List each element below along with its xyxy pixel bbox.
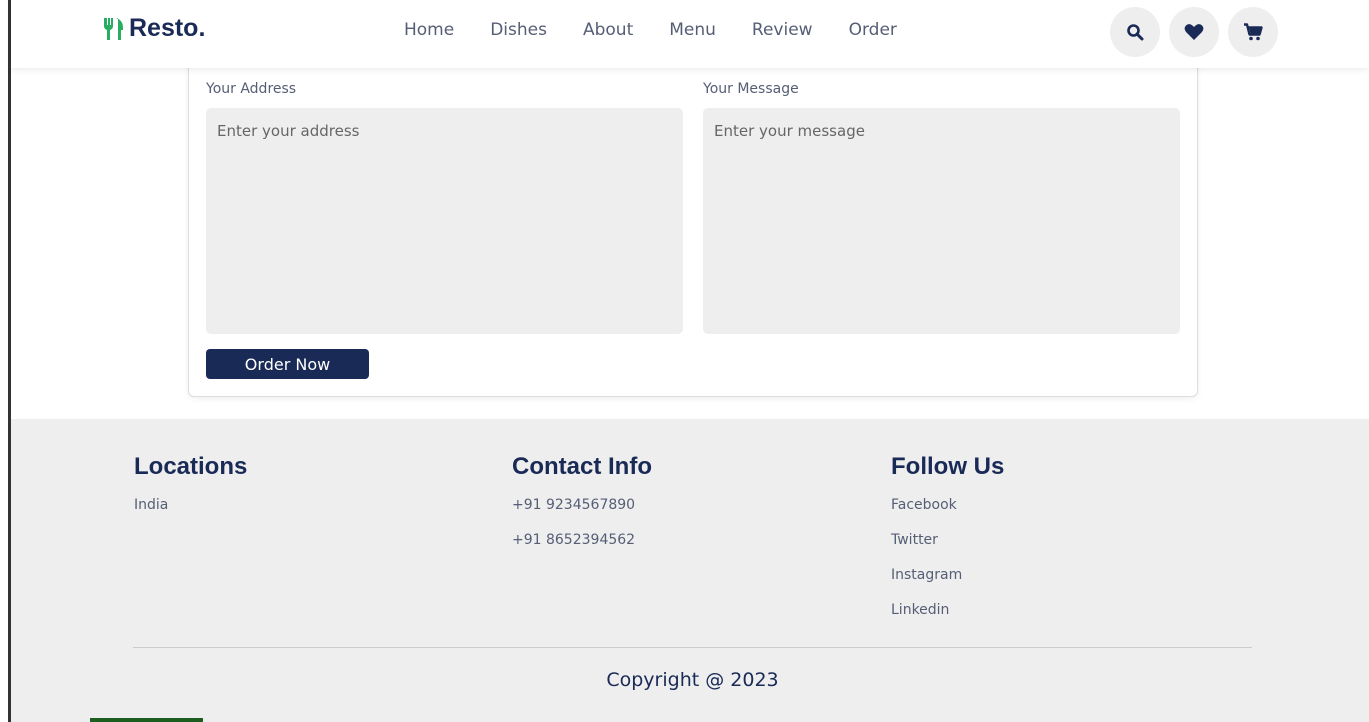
search-button[interactable] — [1110, 7, 1160, 57]
cart-icon — [1244, 23, 1263, 41]
social-link-twitter[interactable]: Twitter — [891, 532, 1004, 567]
message-input[interactable] — [703, 108, 1180, 334]
search-icon — [1127, 24, 1144, 41]
heart-icon — [1184, 24, 1204, 40]
contact-column: Contact Info +91 9234567890 +91 86523945… — [512, 453, 652, 567]
locations-column: Locations India — [134, 453, 247, 532]
order-now-button[interactable]: Order Now — [206, 349, 369, 379]
header-icon-group — [1110, 7, 1278, 57]
address-input[interactable] — [206, 108, 683, 334]
nav-review[interactable]: Review — [752, 20, 813, 40]
footer-divider — [133, 647, 1252, 648]
site-header: Resto. Home Dishes About Menu Review Ord… — [11, 0, 1369, 68]
contact-phone[interactable]: +91 8652394562 — [512, 532, 652, 567]
follow-heading: Follow Us — [891, 453, 1005, 480]
nav-dishes[interactable]: Dishes — [490, 20, 547, 40]
accent-bar — [90, 718, 203, 722]
contact-heading: Contact Info — [512, 453, 652, 480]
utensils-icon — [101, 16, 127, 42]
social-link-facebook[interactable]: Facebook — [891, 497, 1004, 532]
social-link-instagram[interactable]: Instagram — [891, 567, 1004, 602]
brand-logo[interactable]: Resto. — [101, 14, 205, 43]
order-form-card: Your Address Your Message Order Now — [188, 40, 1198, 397]
nav-menu[interactable]: Menu — [669, 20, 716, 40]
nav-order[interactable]: Order — [849, 20, 897, 40]
locations-heading: Locations — [134, 453, 248, 480]
follow-column: Follow Us Facebook Twitter Instagram Lin… — [891, 453, 1004, 637]
wishlist-button[interactable] — [1169, 7, 1219, 57]
address-label: Your Address — [206, 81, 297, 97]
message-label: Your Message — [703, 81, 799, 97]
contact-phone[interactable]: +91 9234567890 — [512, 497, 652, 532]
main-nav: Home Dishes About Menu Review Order — [404, 20, 933, 40]
location-link[interactable]: India — [134, 497, 247, 532]
social-link-linkedin[interactable]: Linkedin — [891, 602, 1004, 637]
nav-about[interactable]: About — [583, 20, 633, 40]
site-footer: Locations India Contact Info +91 9234567… — [11, 419, 1369, 722]
brand-name: Resto. — [129, 14, 206, 42]
nav-home[interactable]: Home — [404, 20, 454, 40]
cart-button[interactable] — [1228, 7, 1278, 57]
copyright-text: Copyright @ 2023 — [606, 669, 779, 691]
